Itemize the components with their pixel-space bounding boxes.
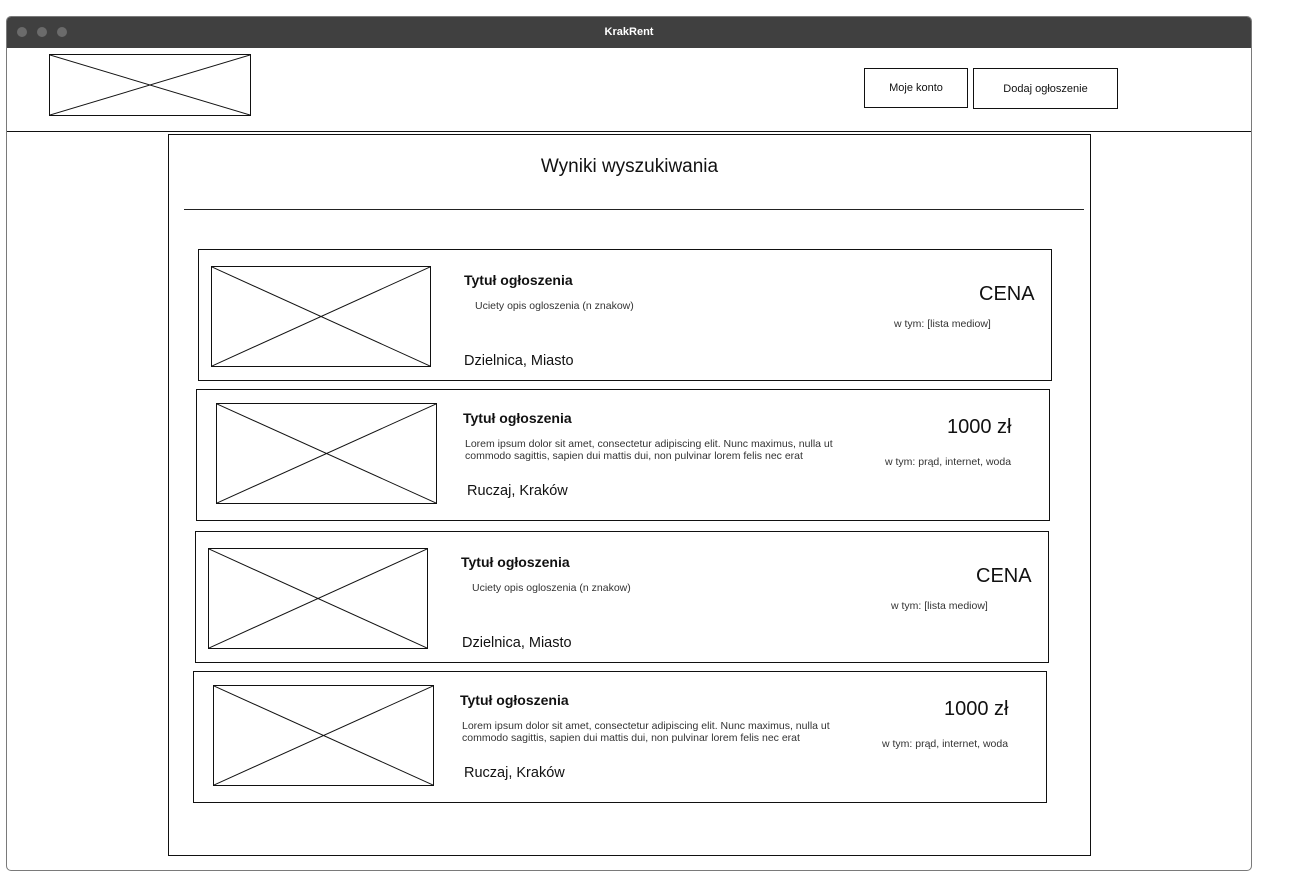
listing-description: Uciety opis ogloszenia (n znakow) [475,300,634,312]
logo-placeholder-icon [50,55,250,115]
listing-image-placeholder[interactable] [213,685,434,786]
page-title: Wyniki wyszukiwania [540,156,719,177]
my-account-button[interactable]: Moje konto [864,68,968,108]
listing-location: Ruczaj, Kraków [464,765,565,781]
listing-price: 1000 zł [947,416,1012,438]
search-results-panel: Wyniki wyszukiwania Tytuł ogłoszenia Uci… [168,134,1091,856]
image-placeholder-icon [214,686,433,785]
listing-price: CENA [976,565,1032,587]
title-divider [184,209,1084,210]
listing-description: Lorem ipsum dolor sit amet, consectetur … [465,438,833,462]
listing-title[interactable]: Tytuł ogłoszenia [461,554,570,570]
image-placeholder-icon [209,549,427,648]
listing-card[interactable]: Tytuł ogłoszenia Uciety opis ogloszenia … [198,249,1052,381]
listing-card[interactable]: Tytuł ogłoszenia Uciety opis ogloszenia … [195,531,1049,663]
listing-image-placeholder[interactable] [216,403,437,504]
window-titlebar: KrakRent [7,17,1251,49]
listing-location: Dzielnica, Miasto [464,353,574,369]
listing-price: CENA [979,283,1035,305]
window-title: KrakRent [604,26,654,38]
listing-card[interactable]: Tytuł ogłoszenia Lorem ipsum dolor sit a… [193,671,1047,803]
listing-description: Uciety opis ogloszenia (n znakow) [472,582,631,594]
listing-price: 1000 zł [944,698,1009,720]
add-listing-button[interactable]: Dodaj ogłoszenie [973,68,1118,109]
listing-card[interactable]: Tytuł ogłoszenia Lorem ipsum dolor sit a… [196,389,1050,521]
site-header: Moje konto Dodaj ogłoszenie [7,48,1251,132]
listing-image-placeholder[interactable] [211,266,431,367]
image-placeholder-icon [217,404,436,503]
app-window: KrakRent Moje konto Dodaj ogłoszenie Wyn… [6,16,1252,871]
listing-title[interactable]: Tytuł ogłoszenia [463,410,572,426]
listing-included-utilities: w tym: prąd, internet, woda [885,456,1012,468]
logo-placeholder[interactable] [49,54,251,116]
listing-location: Ruczaj, Kraków [467,483,568,499]
listing-title[interactable]: Tytuł ogłoszenia [464,272,573,288]
listing-included-utilities: w tym: prąd, internet, woda [882,738,1009,750]
listing-location: Dzielnica, Miasto [462,635,572,651]
listing-included-utilities: w tym: [lista mediow] [891,600,988,612]
listing-image-placeholder[interactable] [208,548,428,649]
image-placeholder-icon [212,267,430,366]
listing-included-utilities: w tym: [lista mediow] [894,318,991,330]
listing-title[interactable]: Tytuł ogłoszenia [460,692,569,708]
listing-description: Lorem ipsum dolor sit amet, consectetur … [462,720,830,744]
